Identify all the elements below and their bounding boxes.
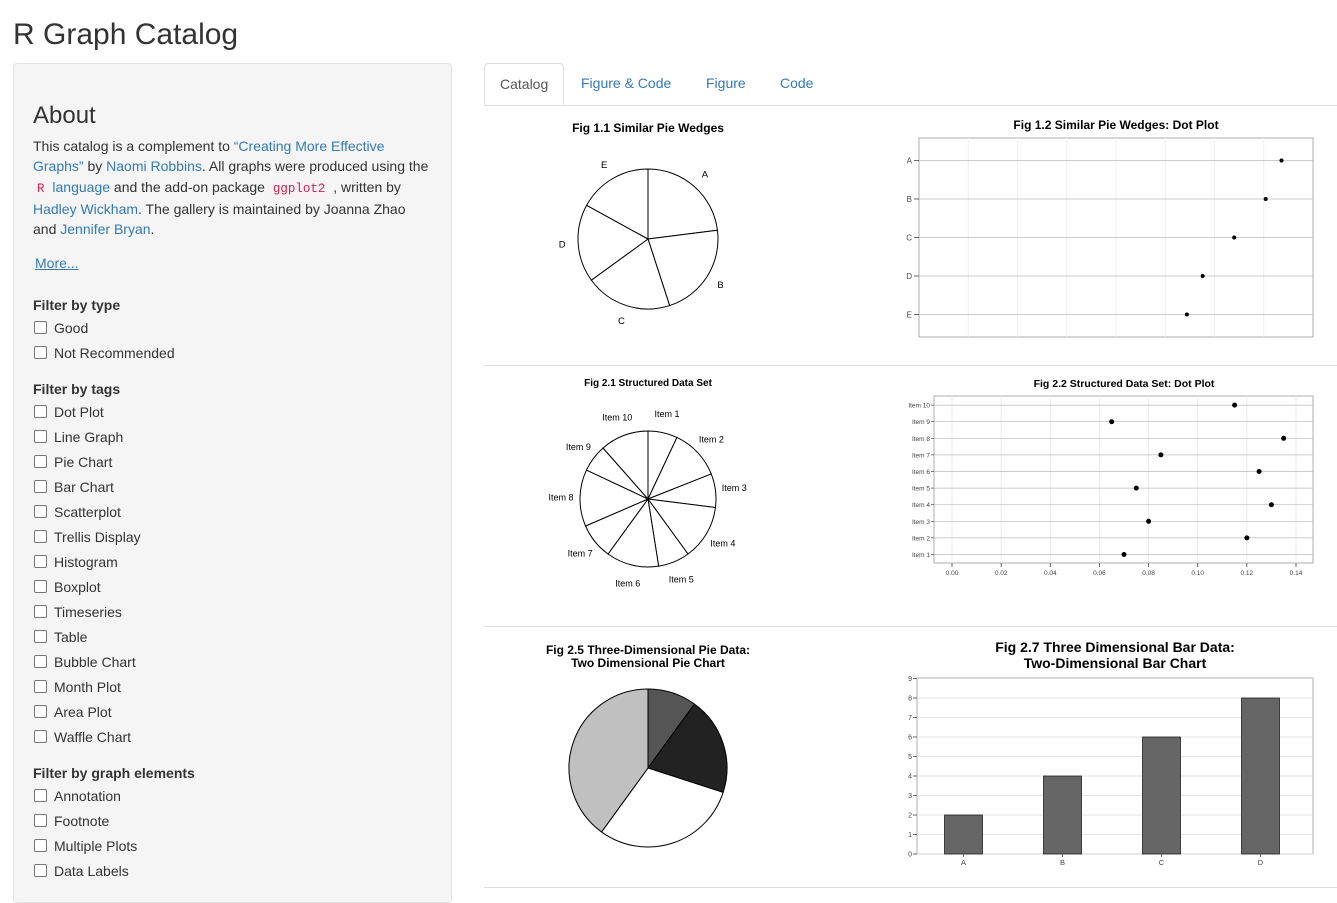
data-point <box>1121 552 1127 557</box>
tick-label: 0.10 <box>1191 570 1204 577</box>
data-point <box>1268 502 1274 508</box>
tick-label: 0.02 <box>995 570 1008 577</box>
bar <box>944 814 983 855</box>
data-point <box>1244 535 1250 541</box>
tick-label: 6 <box>908 735 912 742</box>
chart-title: Fig 1.2 Similar Pie Wedges: Dot Plot <box>1013 118 1218 132</box>
chart-subtitle: Two-Dimensional Bar Chart <box>1024 655 1207 671</box>
data-point <box>1232 235 1237 240</box>
tick-label: D <box>906 272 912 281</box>
tick-label: Item 5 <box>912 486 930 493</box>
tick-label: 4 <box>908 774 912 781</box>
slice-label: Item 5 <box>669 574 694 584</box>
data-point <box>1109 419 1115 425</box>
slice-label: Item 1 <box>654 409 679 419</box>
tick-label: Item 4 <box>912 502 930 509</box>
slice-label: Item 4 <box>710 538 735 548</box>
tick-label: 0.06 <box>1093 570 1106 577</box>
tick-label: 1 <box>908 832 912 839</box>
slice-label: C <box>618 316 625 327</box>
tick-label: A <box>961 858 966 867</box>
slice-label: B <box>717 280 723 291</box>
figure-2-1-thumbnail[interactable]: Fig 2.1 Structured Data Set Item 1 Item 2 I… <box>548 378 746 589</box>
tick-label: B <box>907 195 912 204</box>
tick-label: C <box>1159 858 1165 867</box>
chart-title: Fig 2.7 Three Dimensional Bar Data: <box>995 639 1235 655</box>
slice-label: Item 9 <box>566 442 591 452</box>
chart-title: Fig 2.2 Structured Data Set: Dot Plot <box>1034 378 1215 390</box>
data-point <box>1146 518 1152 524</box>
slice-label: E <box>601 160 607 171</box>
tick-label: A <box>907 157 913 166</box>
tick-label: 8 <box>908 696 912 703</box>
figure-2-2-thumbnail[interactable]: Fig 2.2 Structured Data Set: Dot Plot 0.0… <box>908 378 1314 577</box>
slice-label: Item 8 <box>548 493 573 503</box>
tick-label: Item 2 <box>912 535 930 542</box>
tick-label: 0.08 <box>1142 570 1155 577</box>
chart-subtitle: Two Dimensional Pie Chart <box>571 656 725 670</box>
tick-label: 2 <box>908 813 912 820</box>
figure-2-7-thumbnail[interactable]: Fig 2.7 Three Dimensional Bar Data:Two-D… <box>908 639 1314 867</box>
bar <box>1241 697 1280 855</box>
data-point <box>1200 274 1205 278</box>
slice-label: Item 3 <box>722 483 747 493</box>
figure-1-1-thumbnail[interactable]: Fig 1.1 Similar Pie Wedges A B C D E <box>559 121 724 327</box>
tick-label: E <box>907 311 912 320</box>
figure-1-2-thumbnail[interactable]: Fig 1.2 Similar Pie Wedges: Dot Plot A B C D… <box>906 118 1314 338</box>
tick-label: Item 8 <box>912 436 930 443</box>
bar <box>1142 736 1181 855</box>
slice-label: Item 10 <box>602 413 632 423</box>
tick-label: Item 10 <box>908 403 930 410</box>
data-point <box>1279 158 1284 163</box>
tick-label: Item 3 <box>912 519 930 526</box>
tick-label: 0.00 <box>946 570 959 577</box>
tick-label: 7 <box>908 715 912 722</box>
tick-label: 0 <box>908 852 912 859</box>
data-point <box>1281 435 1287 441</box>
tick-label: 0.04 <box>1044 570 1057 577</box>
slice-label: Item 7 <box>568 548 593 558</box>
tick-label: 3 <box>908 793 912 800</box>
tick-label: 9 <box>908 676 912 683</box>
tick-label: 0.12 <box>1241 570 1254 577</box>
chart-title: Fig 2.5 Three-Dimensional Pie Data: <box>546 643 750 657</box>
tick-label: Item 9 <box>912 419 930 426</box>
tick-label: B <box>1060 858 1065 867</box>
tick-label: Item 7 <box>912 452 930 459</box>
slice-label: A <box>702 170 709 181</box>
chart-title: Fig 2.1 Structured Data Set <box>584 378 712 389</box>
figure-2-5-thumbnail[interactable]: Fig 2.5 Three-Dimensional Pie Data:Two D… <box>546 643 750 848</box>
data-point <box>1256 469 1262 474</box>
data-point <box>1263 197 1268 201</box>
bar <box>1043 775 1082 855</box>
data-point <box>1232 402 1238 408</box>
tick-label: D <box>1258 858 1264 867</box>
slice-label: Item 2 <box>699 434 724 444</box>
tick-label: 5 <box>908 754 912 761</box>
slice-label: D <box>559 240 566 251</box>
data-point <box>1133 485 1139 491</box>
tick-label: C <box>906 234 912 243</box>
tick-label: Item 6 <box>912 469 930 476</box>
data-point <box>1184 312 1189 317</box>
catalog-grid: Fig 1.1 Similar Pie WedgesABCDEFig 1.2 S… <box>546 118 1314 867</box>
slice-label: Item 6 <box>615 579 640 589</box>
tick-label: Item 1 <box>912 552 930 559</box>
tick-label: 0.14 <box>1290 570 1303 577</box>
chart-title: Fig 1.1 Similar Pie Wedges <box>572 121 724 135</box>
data-point <box>1158 452 1164 458</box>
